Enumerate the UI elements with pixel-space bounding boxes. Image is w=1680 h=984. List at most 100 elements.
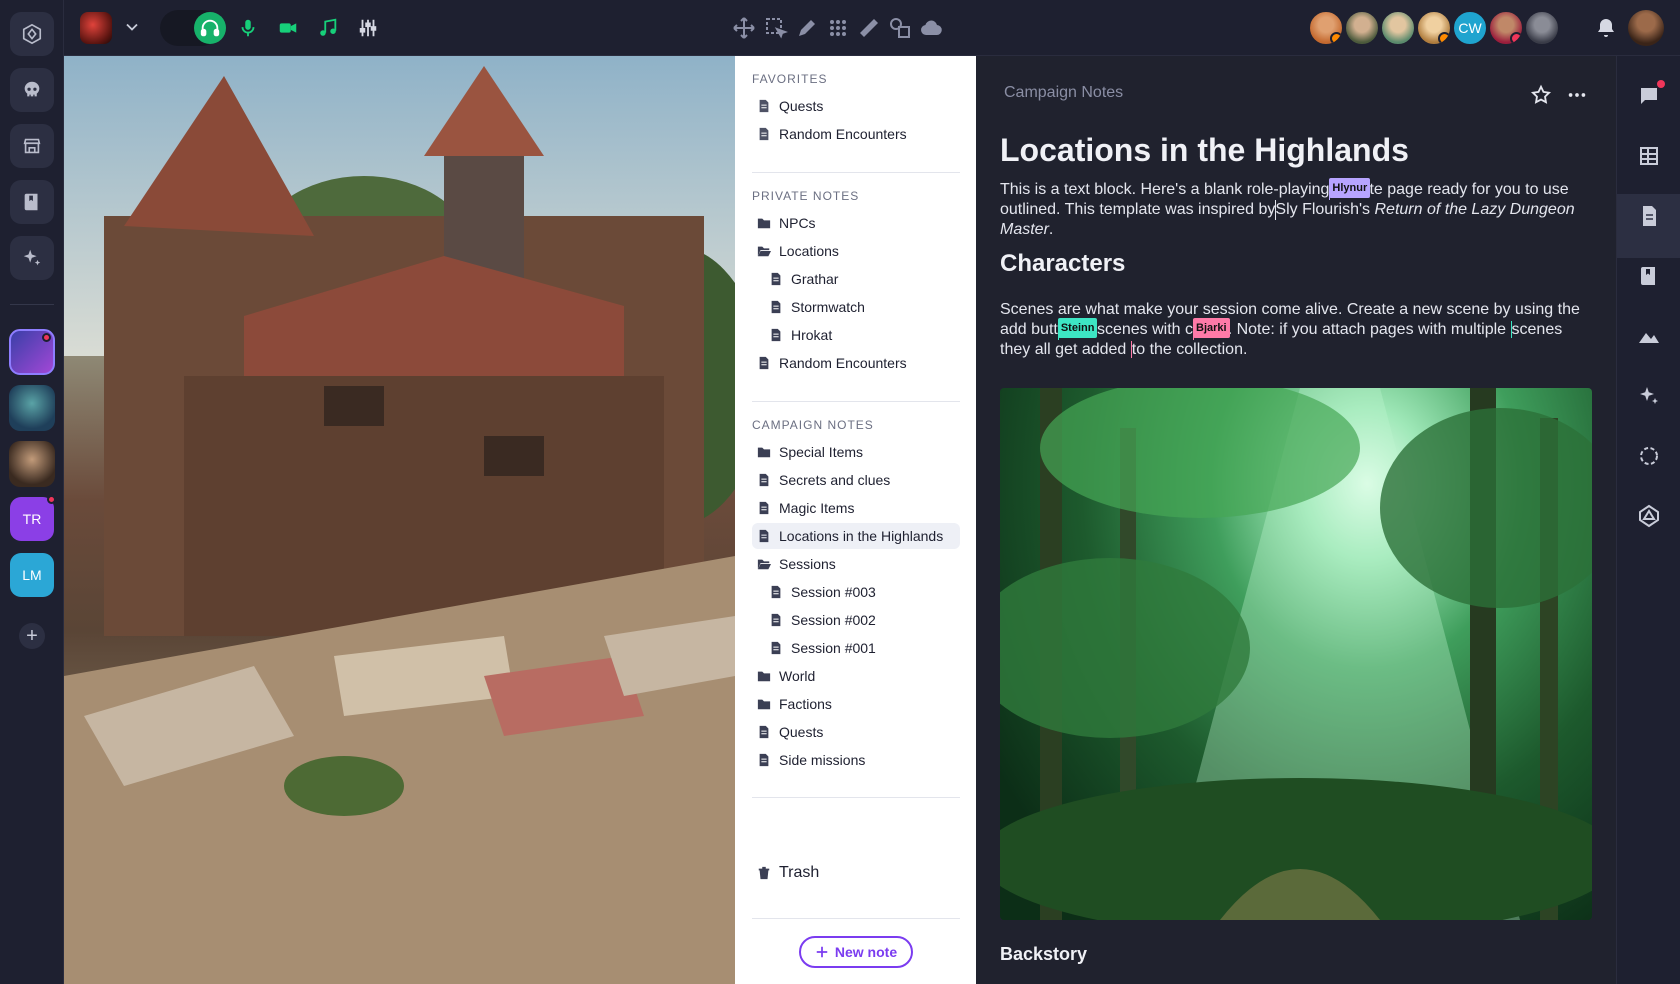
campaign-avatar[interactable] [80, 12, 112, 44]
note-item-grathar[interactable]: Grathar [764, 266, 960, 292]
backstory-heading[interactable]: Backstory [1000, 944, 1087, 965]
intro-paragraph[interactable]: This is a text block. Here's a blank rol… [1000, 178, 1590, 240]
ruler-icon[interactable] [857, 16, 881, 40]
landscape-icon[interactable] [1637, 324, 1661, 348]
select-icon[interactable] [764, 16, 788, 40]
folder-icon [757, 671, 771, 682]
participant-avatar-cw[interactable]: CW [1452, 10, 1488, 46]
star-icon[interactable] [1530, 84, 1552, 106]
chevron-down-icon[interactable] [122, 17, 142, 37]
app-logo-icon[interactable] [10, 12, 54, 56]
document-icon [759, 356, 769, 370]
note-item-world[interactable]: World [752, 663, 960, 689]
participant-avatar[interactable] [1308, 10, 1344, 46]
note-item-session-003[interactable]: Session #003 [764, 579, 960, 605]
new-note-label: New note [834, 944, 898, 960]
participant-avatar[interactable] [1416, 10, 1452, 46]
pen-icon[interactable] [795, 16, 819, 40]
page-title[interactable]: Locations in the Highlands [1000, 132, 1409, 169]
move-icon[interactable] [732, 16, 756, 40]
chat-icon[interactable] [1637, 80, 1665, 108]
bell-icon[interactable] [1594, 16, 1618, 40]
characters-heading[interactable]: Characters [1000, 250, 1125, 278]
sparkle-icon[interactable] [1637, 384, 1661, 408]
favorite-item-random-encounters[interactable]: Random Encounters [752, 121, 960, 147]
folder-icon [757, 218, 771, 229]
document-icon [759, 127, 769, 141]
note-label: Session #001 [791, 640, 876, 656]
grid-icon[interactable] [826, 16, 850, 40]
note-item-quests[interactable]: Quests [752, 719, 960, 745]
note-item-locations[interactable]: Locations [752, 238, 960, 264]
note-label: Side missions [779, 752, 866, 768]
more-options-icon[interactable] [1566, 84, 1588, 106]
trash-item[interactable]: Trash [752, 864, 819, 882]
forest-image[interactable] [1000, 388, 1592, 920]
note-item-factions[interactable]: Factions [752, 691, 960, 717]
shapes-icon[interactable] [888, 16, 912, 40]
note-item-hrokat[interactable]: Hrokat [764, 322, 960, 348]
group-lm[interactable]: LM [10, 553, 54, 597]
unread-dot [1657, 80, 1665, 88]
note-label: Stormwatch [791, 299, 865, 315]
note-item-session-002[interactable]: Session #002 [764, 607, 960, 633]
note-item-session-001[interactable]: Session #001 [764, 635, 960, 661]
note-item-sessions[interactable]: Sessions [752, 551, 960, 577]
note-item-npcs[interactable]: NPCs [752, 210, 960, 236]
note-label: Factions [779, 696, 832, 712]
mixer-icon[interactable] [354, 14, 382, 42]
note-item-stormwatch[interactable]: Stormwatch [764, 294, 960, 320]
participant-avatar[interactable] [1524, 10, 1560, 46]
folder-open-icon [757, 559, 771, 570]
user-avatar[interactable] [1628, 10, 1664, 46]
table-icon[interactable] [1637, 144, 1661, 168]
note-editor: Campaign Notes Locations in the Highland… [976, 56, 1616, 984]
note-item-secrets-and-clues[interactable]: Secrets and clues [752, 467, 960, 493]
participant-avatar[interactable] [1488, 10, 1524, 46]
group-avatar-wizard[interactable] [9, 329, 55, 375]
note-label: Session #002 [791, 612, 876, 628]
note-item-random-encounters[interactable]: Random Encounters [752, 350, 960, 376]
document-icon [771, 328, 781, 342]
breadcrumb[interactable]: Campaign Notes [1004, 84, 1123, 102]
store-icon[interactable] [10, 124, 54, 168]
document-icon [759, 725, 769, 739]
new-note-button[interactable]: New note [799, 936, 913, 968]
dice-icon[interactable] [1637, 444, 1661, 468]
video-camera-icon[interactable] [274, 14, 302, 42]
note-item-side-missions[interactable]: Side missions [752, 747, 960, 773]
favorite-item-quests[interactable]: Quests [752, 93, 960, 119]
document-icon [759, 501, 769, 515]
book-icon[interactable] [1637, 264, 1661, 288]
note-label: Quests [779, 724, 824, 740]
microphone-icon[interactable] [234, 14, 262, 42]
note-label: Special Items [779, 444, 864, 460]
note-item-locations-in-the-highlands[interactable]: Locations in the Highlands [752, 523, 960, 549]
characters-paragraph[interactable]: Scenes are what make your session come a… [1000, 300, 1590, 360]
note-label: World [779, 668, 816, 684]
document-icon [759, 473, 769, 487]
group-avatar-gentleman[interactable] [9, 441, 55, 487]
group-initials: TR [22, 511, 42, 527]
cloud-icon[interactable] [919, 16, 943, 40]
note-item-magic-items[interactable]: Magic Items [752, 495, 960, 521]
private-notes-heading: PRIVATE NOTES [752, 189, 860, 203]
headphones-icon[interactable] [194, 12, 226, 44]
section-divider [752, 401, 960, 402]
add-group-icon[interactable]: + [19, 623, 45, 649]
group-avatar-octopus[interactable] [9, 385, 55, 431]
d20-icon[interactable] [1637, 504, 1661, 528]
sparkle-icon[interactable] [10, 236, 54, 280]
cursor-label: Bjarki [1193, 318, 1230, 338]
participant-avatar[interactable] [1380, 10, 1416, 46]
participant-avatar[interactable] [1344, 10, 1380, 46]
scene-image [64, 56, 735, 984]
village-illustration [64, 56, 735, 984]
note-item-special-items[interactable]: Special Items [752, 439, 960, 465]
group-tr[interactable]: TR [10, 495, 56, 541]
document-icon[interactable] [1637, 204, 1661, 228]
book-icon[interactable] [10, 180, 54, 224]
skull-icon[interactable] [10, 68, 54, 112]
music-icon[interactable] [314, 14, 342, 42]
document-icon [771, 272, 781, 286]
